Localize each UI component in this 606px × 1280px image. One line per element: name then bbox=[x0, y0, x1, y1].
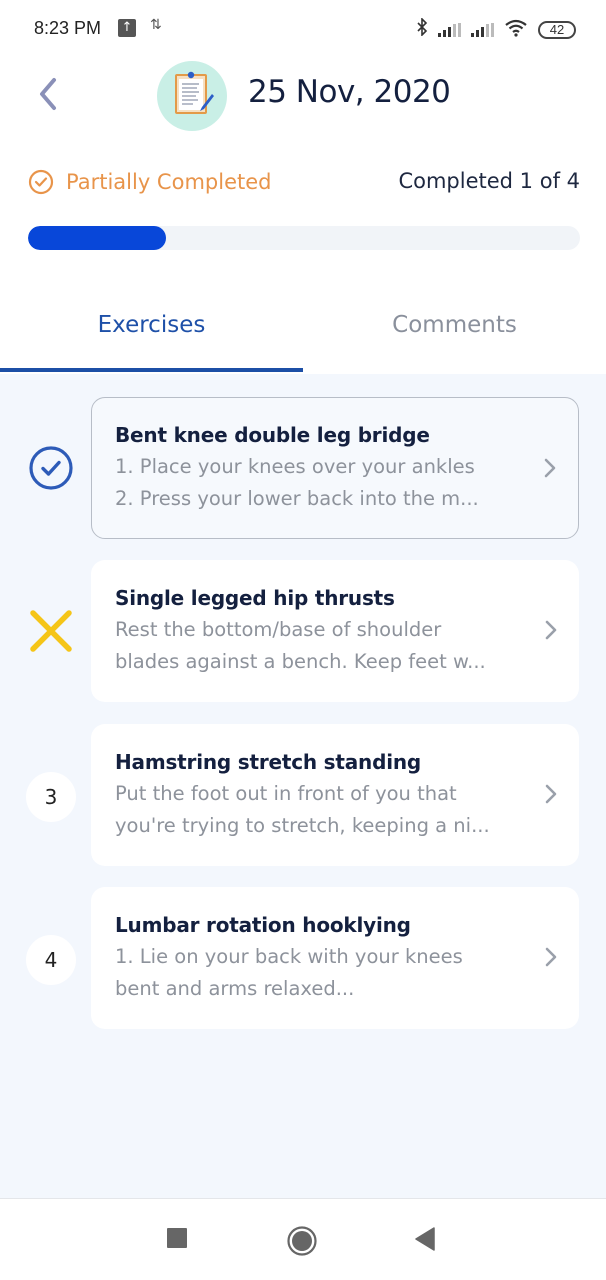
clipboard-avatar bbox=[157, 61, 227, 131]
completed-count: Completed 1 of 4 bbox=[398, 169, 580, 193]
step-number-badge: 3 bbox=[26, 772, 76, 822]
exercise-item: Single legged hip thrusts Rest the botto… bbox=[0, 560, 606, 702]
bluetooth-icon bbox=[416, 17, 428, 41]
progress-bar bbox=[28, 226, 580, 250]
exercise-description-line: you're trying to stretch, keeping a ni..… bbox=[115, 814, 490, 837]
exercise-description-line: Rest the bottom/base of shoulder bbox=[115, 618, 442, 641]
recents-button[interactable] bbox=[166, 1227, 188, 1253]
status-badge: Partially Completed bbox=[28, 169, 271, 195]
exercise-description-line: Put the foot out in front of you that bbox=[115, 782, 457, 805]
back-nav-button[interactable] bbox=[414, 1227, 436, 1255]
exercise-title: Bent knee double leg bridge bbox=[115, 423, 430, 447]
home-button[interactable] bbox=[286, 1225, 318, 1261]
chevron-right-icon bbox=[545, 947, 557, 967]
triangle-back-icon bbox=[415, 1227, 435, 1251]
check-circle-icon bbox=[26, 443, 76, 493]
clipboard-icon bbox=[175, 71, 214, 114]
status-time: 8:23 PM bbox=[34, 18, 102, 38]
chevron-right-icon bbox=[544, 458, 556, 478]
circle-icon bbox=[287, 1226, 317, 1256]
status-bar: 8:23 PM ↑ ⇅ 42 bbox=[0, 0, 606, 58]
exercise-item: Bent knee double leg bridge 1. Place you… bbox=[0, 397, 606, 539]
chevron-left-icon bbox=[40, 78, 56, 110]
exercise-description-line: 1. Lie on your back with your knees bbox=[115, 945, 463, 968]
system-nav-bar bbox=[0, 1198, 606, 1280]
back-button[interactable] bbox=[30, 74, 66, 114]
completion-summary: Partially Completed Completed 1 of 4 bbox=[28, 165, 580, 201]
exercise-list: Bent knee double leg bridge 1. Place you… bbox=[0, 374, 606, 1198]
exercise-card[interactable]: Hamstring stretch standing Put the foot … bbox=[91, 724, 579, 866]
step-number-badge: 4 bbox=[26, 935, 76, 985]
progress-fill bbox=[28, 226, 166, 250]
battery-indicator: 42 bbox=[538, 20, 576, 39]
x-icon bbox=[26, 606, 76, 656]
square-icon bbox=[167, 1228, 187, 1248]
exercise-description-line: 2. Press your lower back into the m... bbox=[115, 487, 479, 510]
signal-icon bbox=[438, 22, 461, 37]
signal-icon bbox=[471, 22, 494, 37]
exercise-item: 3 Hamstring stretch standing Put the foo… bbox=[0, 724, 606, 866]
status-label: Partially Completed bbox=[66, 170, 272, 194]
data-transfer-icon: ⇅ bbox=[150, 17, 162, 33]
exercise-description-line: blades against a bench. Keep feet w... bbox=[115, 650, 486, 673]
page-title: 25 Nov, 2020 bbox=[248, 74, 451, 110]
tab-comments[interactable]: Comments bbox=[303, 290, 606, 374]
exercise-title: Single legged hip thrusts bbox=[115, 586, 395, 610]
exercise-card[interactable]: Lumbar rotation hooklying 1. Lie on your… bbox=[91, 887, 579, 1029]
status-icons: 42 bbox=[416, 17, 576, 41]
tab-bar: Exercises Comments bbox=[0, 290, 606, 374]
exercise-description-line: bent and arms relaxed... bbox=[115, 977, 355, 1000]
wifi-icon bbox=[504, 19, 528, 41]
check-circle-icon bbox=[28, 169, 54, 195]
exercise-card[interactable]: Single legged hip thrusts Rest the botto… bbox=[91, 560, 579, 702]
exercise-card[interactable]: Bent knee double leg bridge 1. Place you… bbox=[91, 397, 579, 539]
header: 25 Nov, 2020 bbox=[0, 58, 606, 138]
chevron-right-icon bbox=[545, 620, 557, 640]
tab-exercises[interactable]: Exercises bbox=[0, 290, 303, 374]
exercise-title: Lumbar rotation hooklying bbox=[115, 913, 411, 937]
chevron-right-icon bbox=[545, 784, 557, 804]
exercise-item: 4 Lumbar rotation hooklying 1. Lie on yo… bbox=[0, 887, 606, 1029]
exercise-title: Hamstring stretch standing bbox=[115, 750, 422, 774]
upload-icon: ↑ bbox=[118, 19, 136, 37]
exercise-description-line: 1. Place your knees over your ankles bbox=[115, 455, 475, 478]
